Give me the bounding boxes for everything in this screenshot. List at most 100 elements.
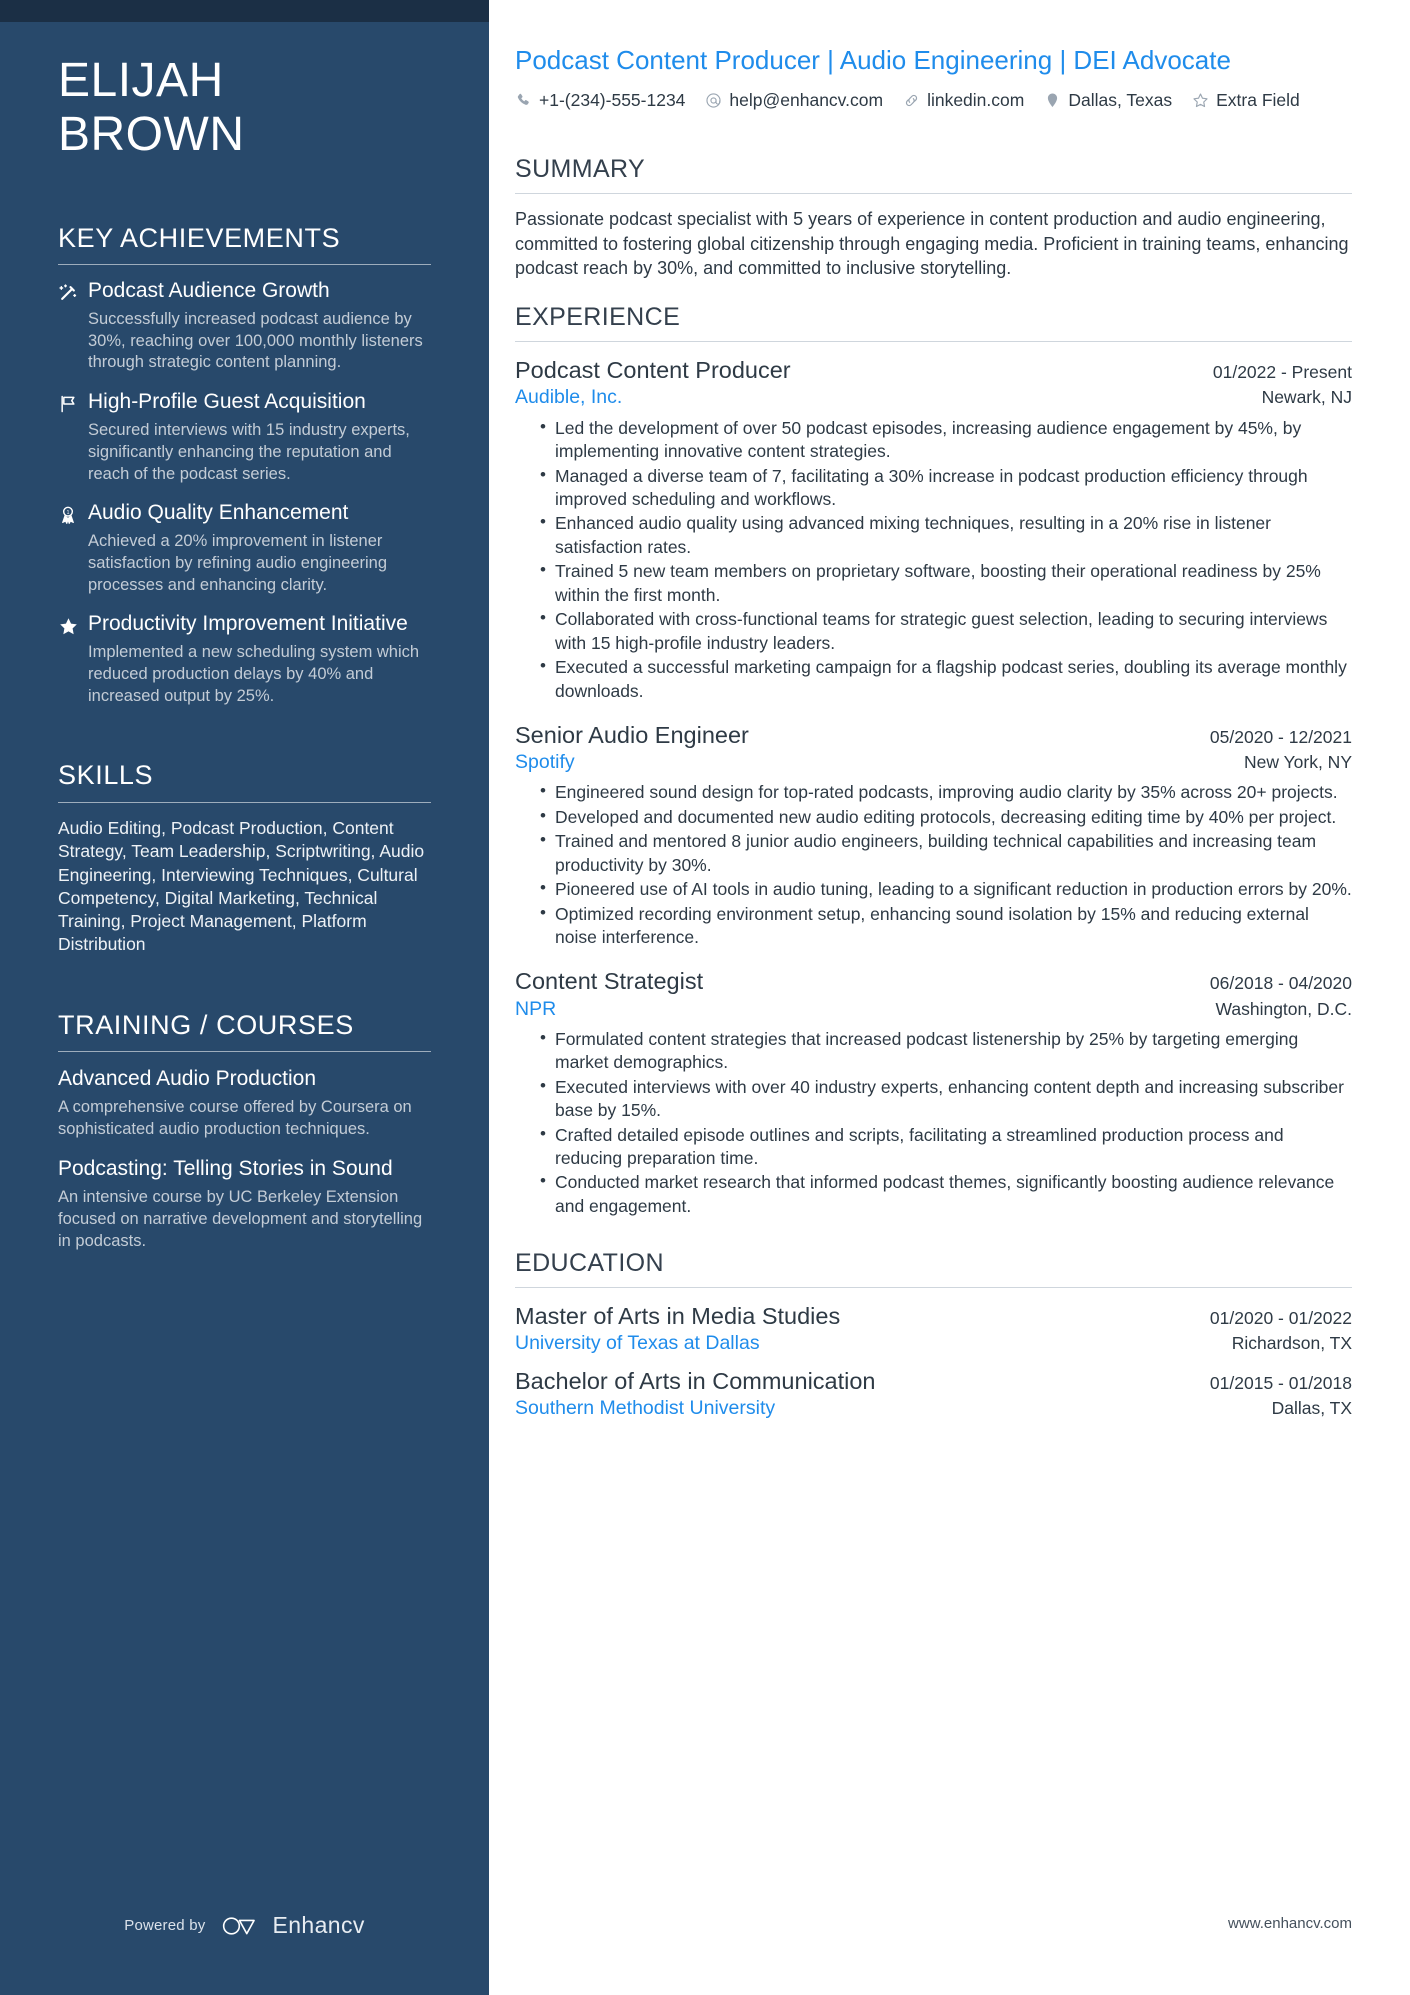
skills-heading: SKILLS [58, 760, 154, 791]
phone-icon [517, 93, 529, 105]
bullet-item: Crafted detailed episode outlines and sc… [540, 1123, 1352, 1171]
experience-company[interactable]: NPR [515, 997, 556, 1022]
training-courses-section: TRAINING / COURSES Advanced Audio Produc… [58, 1009, 431, 1253]
link-icon [905, 94, 918, 106]
bullet-item: Led the development of over 50 podcast e… [540, 416, 1352, 464]
skills-section: SKILLS Audio Editing, Podcast Production… [58, 761, 431, 956]
bullet-item: Collaborated with cross-functional teams… [540, 607, 1352, 655]
course-description: A comprehensive course offered by Course… [58, 1097, 412, 1138]
linkedin-value: linkedin.com [927, 89, 1025, 110]
achievement-description: Achieved a 20% improvement in listener s… [88, 532, 388, 594]
education-section: EDUCATION Master of Arts in Media Studie… [515, 1235, 1352, 1421]
experience-entry: Content Strategist 06/2018 - 04/2020 NPR… [515, 966, 1352, 1218]
magic-wand-icon [58, 279, 88, 374]
resume-page: ELIJAH BROWN KEY ACHIEVEMENTS Podcast Au… [0, 0, 1410, 1995]
star-icon [58, 612, 88, 707]
award-ribbon-icon: 1 [58, 501, 88, 596]
experience-position: Podcast Content Producer [515, 357, 791, 384]
candidate-name: ELIJAH BROWN [58, 0, 431, 162]
experience-position: Content Strategist [515, 968, 704, 995]
bullet-item: Executed interviews with over 40 industr… [540, 1075, 1352, 1123]
phone-value: +1-(234)-555-1234 [539, 89, 686, 110]
experience-position: Senior Audio Engineer [515, 721, 749, 748]
achievement-item: Productivity Improvement Initiative Impl… [58, 612, 431, 707]
bullet-item: Trained and mentored 8 junior audio engi… [540, 829, 1352, 877]
summary-text: Passionate podcast specialist with 5 yea… [515, 208, 1349, 279]
experience-company[interactable]: Audible, Inc. [515, 385, 622, 410]
bullet-item: Managed a diverse team of 7, facilitatin… [540, 464, 1352, 512]
contact-email[interactable]: help@enhancv.com [705, 90, 883, 111]
email-icon [706, 93, 722, 108]
achievement-item: High-Profile Guest Acquisition Secured i… [58, 390, 431, 485]
achievement-title: Productivity Improvement Initiative [88, 612, 408, 636]
education-location: Dallas, TX [1271, 1397, 1352, 1418]
email-value: help@enhancv.com [729, 89, 884, 110]
achievement-description: Successfully increased podcast audience … [88, 309, 423, 372]
experience-location: Washington, D.C. [1215, 998, 1353, 1019]
experience-date: 06/2018 - 04/2020 [1209, 973, 1352, 994]
experience-location: New York, NY [1244, 752, 1352, 773]
experience-section: EXPERIENCE Podcast Content Producer 01/2… [515, 289, 1352, 1218]
education-entry: Master of Arts in Media Studies 01/2020 … [515, 1301, 1352, 1356]
education-entry: Bachelor of Arts in Communication 01/201… [515, 1366, 1352, 1421]
experience-company[interactable]: Spotify [515, 750, 575, 775]
summary-section: SUMMARY Passionate podcast specialist wi… [515, 141, 1352, 287]
achievement-title: Podcast Audience Growth [88, 279, 330, 303]
summary-heading: SUMMARY [515, 154, 646, 183]
powered-by-label: Powered by [124, 1917, 206, 1934]
contact-row: +1-(234)-555-1234 help@enhancv.com linke… [515, 90, 1352, 111]
experience-bullets: Led the development of over 50 podcast e… [515, 416, 1352, 703]
education-degree: Master of Arts in Media Studies [515, 1303, 841, 1330]
key-achievements-heading: KEY ACHIEVEMENTS [58, 222, 341, 253]
bullet-item: Conducted market research that informed … [540, 1170, 1352, 1218]
website-footer[interactable]: www.enhancv.com [1228, 1915, 1352, 1932]
education-school[interactable]: Southern Methodist University [515, 1396, 775, 1421]
experience-location: Newark, NJ [1261, 387, 1352, 408]
extra-field-value: Extra Field [1216, 89, 1300, 110]
bullet-item: Developed and documented new audio editi… [540, 805, 1352, 829]
achievement-item: Podcast Audience Growth Successfully inc… [58, 279, 431, 374]
contact-phone[interactable]: +1-(234)-555-1234 [515, 90, 685, 111]
course-item: Podcasting: Telling Stories in Sound An … [58, 1156, 431, 1252]
name-last: BROWN [58, 107, 245, 161]
education-date: 01/2015 - 01/2018 [1209, 1372, 1352, 1393]
course-description: An intensive course by UC Berkeley Exten… [58, 1187, 423, 1250]
bullet-item: Enhanced audio quality using advanced mi… [540, 511, 1352, 559]
enhancv-mark-icon [223, 1916, 256, 1935]
contact-location: Dallas, Texas [1044, 90, 1172, 111]
bullet-item: Pioneered use of AI tools in audio tunin… [540, 877, 1352, 901]
headline: Podcast Content Producer | Audio Enginee… [515, 45, 1231, 75]
education-degree: Bachelor of Arts in Communication [515, 1367, 876, 1394]
flag-icon [58, 390, 88, 485]
experience-date: 05/2020 - 12/2021 [1209, 726, 1352, 747]
star-outline-icon [1193, 93, 1208, 107]
course-title: Advanced Audio Production [58, 1067, 317, 1091]
education-date: 01/2020 - 01/2022 [1209, 1308, 1352, 1329]
main-content: Podcast Content Producer | Audio Enginee… [489, 0, 1410, 1995]
experience-entry: Senior Audio Engineer 05/2020 - 12/2021 … [515, 720, 1352, 949]
training-courses-heading: TRAINING / COURSES [58, 1009, 354, 1040]
bullet-item: Formulated content strategies that incre… [540, 1027, 1352, 1075]
svg-text:1: 1 [67, 510, 70, 516]
location-value: Dallas, Texas [1068, 89, 1173, 110]
enhancv-wordmark: Enhancv [272, 1912, 365, 1938]
skills-list: Audio Editing, Podcast Production, Conte… [58, 818, 425, 955]
achievement-title: High-Profile Guest Acquisition [88, 390, 366, 414]
experience-bullets: Engineered sound design for top-rated po… [515, 780, 1352, 949]
education-heading: EDUCATION [515, 1249, 664, 1278]
achievement-description: Implemented a new scheduling system whic… [88, 643, 420, 705]
sidebar-top-accent-bar [0, 0, 489, 22]
experience-bullets: Formulated content strategies that incre… [515, 1027, 1352, 1219]
name-first: ELIJAH [58, 54, 224, 107]
divider [58, 1051, 431, 1053]
contact-linkedin[interactable]: linkedin.com [903, 90, 1024, 111]
divider [515, 341, 1352, 343]
bullet-item: Engineered sound design for top-rated po… [540, 780, 1352, 804]
enhancv-logo: Enhancv [221, 1912, 364, 1939]
location-pin-icon [1048, 93, 1058, 107]
education-school[interactable]: University of Texas at Dallas [515, 1331, 760, 1356]
achievement-item: 1 Audio Quality Enhancement Achieved a 2… [58, 501, 431, 596]
sidebar-footer: Powered by Enhancv [0, 1912, 489, 1939]
divider [58, 802, 431, 804]
divider [58, 264, 431, 266]
